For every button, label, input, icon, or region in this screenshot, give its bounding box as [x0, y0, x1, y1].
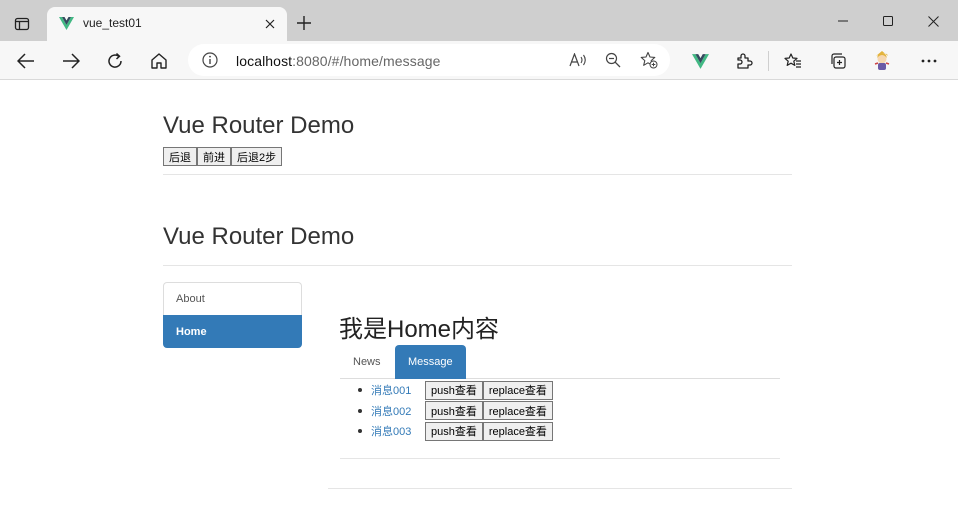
message-link[interactable]: 消息003	[371, 423, 425, 439]
forward-button[interactable]: 前进	[197, 147, 231, 166]
url-text[interactable]: localhost:8080/#/home/message	[236, 53, 440, 69]
sidebar-item-about[interactable]: About	[163, 282, 302, 315]
message-divider	[340, 458, 780, 459]
list-bullet	[358, 408, 362, 413]
extensions-icon[interactable]	[732, 49, 756, 73]
sidebar-nav: About Home	[163, 282, 302, 348]
zoom-out-icon[interactable]	[603, 50, 623, 70]
home-subtabs: News Message	[340, 345, 780, 379]
replace-view-button[interactable]: replace查看	[482, 401, 553, 421]
new-tab-icon[interactable]	[293, 12, 315, 34]
forward-arrow-icon[interactable]	[57, 47, 85, 75]
maximize-icon[interactable]	[873, 8, 903, 34]
close-tab-icon[interactable]	[261, 15, 279, 33]
replace-view-button[interactable]: replace查看	[482, 421, 553, 441]
browser-toolbar: localhost:8080/#/home/message	[0, 41, 958, 80]
more-menu-icon[interactable]	[917, 49, 941, 73]
add-favorite-icon[interactable]	[639, 50, 659, 70]
sidebar-item-home[interactable]: Home	[163, 315, 302, 348]
tab-actions-icon[interactable]	[8, 10, 36, 38]
vue-logo-icon	[59, 17, 74, 35]
page-header-title: Vue Router Demo	[163, 112, 355, 139]
page-content: Vue Router Demo 后退 前进 后退2步 Vue Router De…	[0, 80, 958, 507]
favorites-icon[interactable]	[781, 49, 805, 73]
minimize-icon[interactable]	[828, 8, 858, 34]
list-bullet	[358, 429, 362, 434]
list-item: 消息003 push查看 replace查看	[358, 421, 553, 442]
message-link[interactable]: 消息002	[371, 403, 425, 419]
list-bullet	[358, 388, 362, 393]
history-button-group: 后退 前进 后退2步	[163, 147, 283, 166]
banner-divider	[163, 265, 792, 266]
content-divider	[328, 488, 792, 489]
tab-title: vue_test01	[83, 16, 142, 30]
back-two-steps-button[interactable]: 后退2步	[231, 147, 283, 166]
tab-message[interactable]: Message	[395, 345, 466, 379]
site-info-icon[interactable]	[202, 52, 218, 73]
home-content-title: 我是Home内容	[339, 316, 500, 343]
profile-avatar[interactable]	[870, 49, 894, 73]
toolbar-divider	[768, 51, 769, 71]
reload-icon[interactable]	[101, 47, 129, 75]
tab-news[interactable]: News	[340, 345, 394, 379]
replace-view-button[interactable]: replace查看	[482, 380, 553, 400]
push-view-button[interactable]: push查看	[425, 421, 483, 441]
message-list: 消息001 push查看 replace查看 消息002 push查看 repl…	[358, 380, 553, 442]
active-tab[interactable]: vue_test01	[47, 7, 287, 41]
banner-title: Vue Router Demo	[163, 223, 355, 250]
tab-strip: vue_test01	[0, 0, 958, 41]
push-view-button[interactable]: push查看	[425, 380, 483, 400]
home-icon[interactable]	[145, 47, 173, 75]
address-bar[interactable]: localhost:8080/#/home/message	[188, 44, 670, 76]
vue-devtools-icon[interactable]	[688, 49, 712, 73]
push-view-button[interactable]: push查看	[425, 401, 483, 421]
back-button[interactable]: 后退	[163, 147, 197, 166]
list-item: 消息002 push查看 replace查看	[358, 401, 553, 422]
collections-icon[interactable]	[826, 49, 850, 73]
list-item: 消息001 push查看 replace查看	[358, 380, 553, 401]
window-close-icon[interactable]	[918, 8, 948, 34]
back-arrow-icon[interactable]	[12, 47, 40, 75]
header-divider	[163, 174, 792, 175]
message-link[interactable]: 消息001	[371, 382, 425, 398]
read-aloud-icon[interactable]	[568, 50, 588, 70]
